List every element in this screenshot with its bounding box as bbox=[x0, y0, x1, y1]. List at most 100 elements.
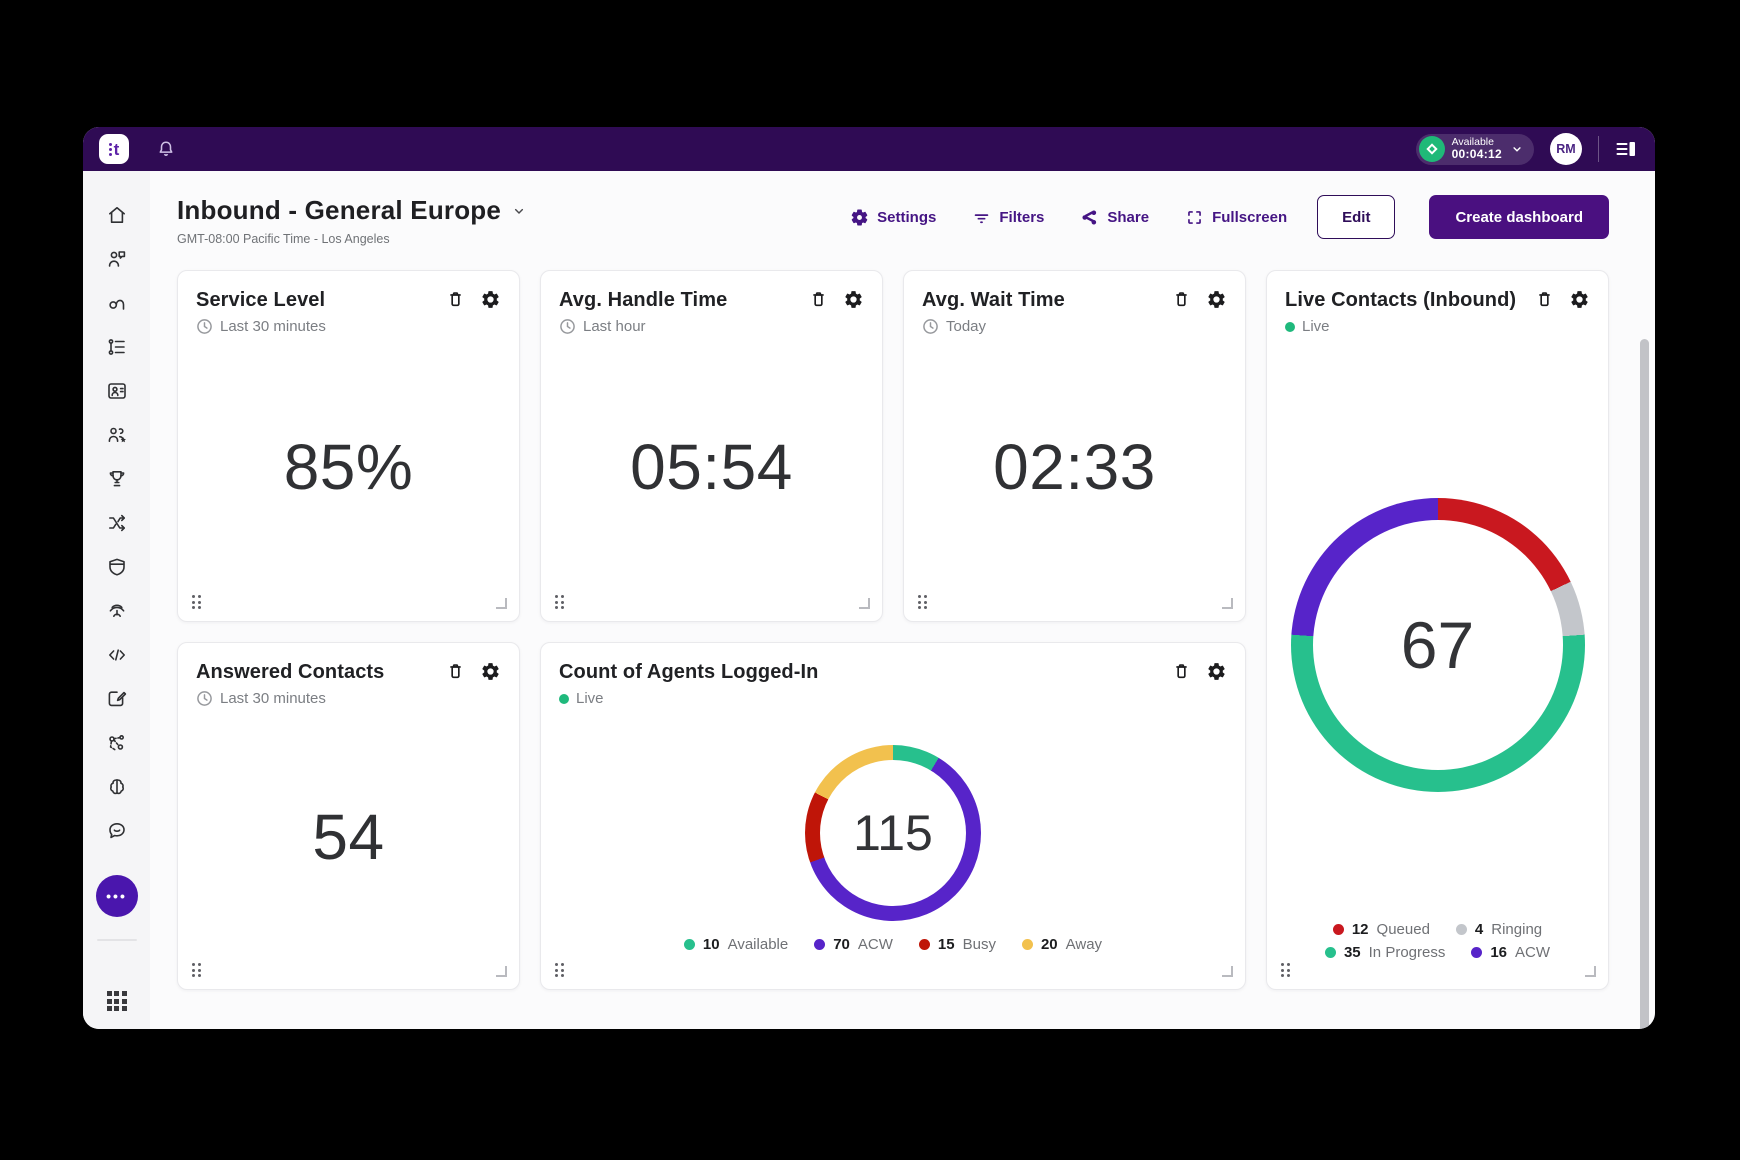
stage: t Available 00:04:12 bbox=[0, 0, 1740, 1160]
live-indicator-dot bbox=[1285, 322, 1295, 332]
share-icon bbox=[1080, 208, 1099, 227]
sidebar-item-compose-icon[interactable] bbox=[105, 687, 129, 711]
card-time-range: Today bbox=[946, 318, 986, 335]
sidebar-item-developer-icon[interactable] bbox=[105, 643, 129, 667]
resize-corner[interactable] bbox=[1222, 966, 1233, 977]
gear-icon bbox=[850, 208, 869, 227]
resize-corner[interactable] bbox=[1585, 966, 1596, 977]
notifications-bell-icon[interactable] bbox=[155, 138, 177, 160]
legend-item: 4 Ringing bbox=[1456, 921, 1542, 938]
widget-settings-gear-icon[interactable] bbox=[480, 661, 501, 682]
clock-icon bbox=[922, 318, 939, 335]
delete-widget-icon[interactable] bbox=[445, 289, 466, 310]
app-logo[interactable]: t bbox=[99, 134, 129, 164]
sidebar-item-activity-icon[interactable] bbox=[105, 335, 129, 359]
clock-icon bbox=[559, 318, 576, 335]
logo-letter: t bbox=[114, 141, 120, 158]
agent-status-pill[interactable]: Available 00:04:12 bbox=[1416, 134, 1534, 165]
widget-settings-gear-icon[interactable] bbox=[1206, 289, 1227, 310]
delete-widget-icon[interactable] bbox=[1534, 289, 1555, 310]
sidebar-item-more[interactable]: ••• bbox=[96, 875, 138, 917]
cards-grid: Service Level Last 30 minutes 85% bbox=[177, 270, 1609, 990]
sidebar-item-home-icon[interactable] bbox=[105, 203, 129, 227]
live-contacts-donut-chart: 67 bbox=[1291, 498, 1585, 792]
sidebar-item-biometrics-icon[interactable] bbox=[105, 599, 129, 623]
widget-settings-gear-icon[interactable] bbox=[843, 289, 864, 310]
filters-button[interactable]: Filters bbox=[972, 208, 1044, 227]
legend-item: 10 Available bbox=[684, 936, 788, 953]
share-button[interactable]: Share bbox=[1080, 208, 1149, 227]
fullscreen-label: Fullscreen bbox=[1212, 209, 1287, 226]
sidebar-item-conversations-icon[interactable] bbox=[105, 247, 129, 271]
side-panel-toggle-icon[interactable] bbox=[1615, 138, 1637, 160]
sidebar-item-teams-icon[interactable] bbox=[105, 423, 129, 447]
sidebar-item-integrations-icon[interactable] bbox=[105, 731, 129, 755]
resize-corner[interactable] bbox=[496, 966, 507, 977]
title-chevron-down-icon bbox=[511, 203, 527, 219]
card-time-range: Live bbox=[1302, 318, 1330, 335]
sidebar-item-workflows-icon[interactable] bbox=[105, 511, 129, 535]
settings-button[interactable]: Settings bbox=[850, 208, 936, 227]
avg-handle-time-value: 05:54 bbox=[541, 430, 882, 504]
sidebar-item-contacts-icon[interactable] bbox=[105, 379, 129, 403]
delete-widget-icon[interactable] bbox=[1171, 289, 1192, 310]
legend-dot bbox=[919, 939, 930, 950]
delete-widget-icon[interactable] bbox=[808, 289, 829, 310]
donut-total: 67 bbox=[1401, 607, 1474, 683]
card-avg-handle-time: Avg. Handle Time Last hour 05:54 bbox=[540, 270, 883, 622]
apps-grid-icon[interactable] bbox=[107, 991, 127, 1011]
settings-label: Settings bbox=[877, 209, 936, 226]
legend-dot bbox=[1325, 947, 1336, 958]
drag-handle[interactable] bbox=[1281, 963, 1290, 977]
drag-handle[interactable] bbox=[555, 595, 564, 609]
card-time-range: Last hour bbox=[583, 318, 646, 335]
fullscreen-button[interactable]: Fullscreen bbox=[1185, 208, 1287, 227]
card-title: Live Contacts (Inbound) bbox=[1285, 289, 1516, 312]
sidebar-item-ai-assistant-icon[interactable] bbox=[105, 775, 129, 799]
page-title: Inbound - General Europe bbox=[177, 195, 501, 226]
delete-widget-icon[interactable] bbox=[1171, 661, 1192, 682]
card-live-contacts: Live Contacts (Inbound) Live 67 bbox=[1266, 270, 1609, 990]
card-time-range: Live bbox=[576, 690, 604, 707]
agents-donut-chart: 115 bbox=[805, 745, 981, 921]
dashboard-selector[interactable]: Inbound - General Europe bbox=[177, 195, 527, 226]
card-time-range: Last 30 minutes bbox=[220, 318, 326, 335]
legend-dot bbox=[1022, 939, 1033, 950]
edit-button[interactable]: Edit bbox=[1317, 195, 1395, 239]
create-dashboard-button[interactable]: Create dashboard bbox=[1429, 195, 1609, 239]
sidebar-item-feedback-icon[interactable] bbox=[105, 819, 129, 843]
resize-corner[interactable] bbox=[496, 598, 507, 609]
clock-icon bbox=[196, 318, 213, 335]
sidebar-item-leaderboard-icon[interactable] bbox=[105, 467, 129, 491]
widget-settings-gear-icon[interactable] bbox=[480, 289, 501, 310]
donut-total: 115 bbox=[853, 804, 933, 862]
drag-handle[interactable] bbox=[918, 595, 927, 609]
drag-handle[interactable] bbox=[555, 963, 564, 977]
drag-handle[interactable] bbox=[192, 963, 201, 977]
user-avatar[interactable]: RM bbox=[1550, 133, 1582, 165]
sidebar-item-channels-icon[interactable] bbox=[105, 291, 129, 315]
topbar-divider bbox=[1598, 136, 1599, 162]
resize-corner[interactable] bbox=[1222, 598, 1233, 609]
status-chevron-down-icon bbox=[1510, 142, 1524, 156]
card-title: Avg. Wait Time bbox=[922, 289, 1065, 312]
resize-corner[interactable] bbox=[859, 598, 870, 609]
legend-item: 12 Queued bbox=[1333, 921, 1430, 938]
sidebar-divider bbox=[97, 939, 137, 941]
widget-settings-gear-icon[interactable] bbox=[1569, 289, 1590, 310]
drag-handle[interactable] bbox=[192, 595, 201, 609]
delete-widget-icon[interactable] bbox=[445, 661, 466, 682]
card-answered-contacts: Answered Contacts Last 30 minutes 54 bbox=[177, 642, 520, 990]
vertical-scrollbar[interactable] bbox=[1640, 339, 1649, 1029]
legend-dot bbox=[684, 939, 695, 950]
legend-item: 15 Busy bbox=[919, 936, 996, 953]
fullscreen-icon bbox=[1185, 208, 1204, 227]
page-header: Inbound - General Europe GMT-08:00 Pacif… bbox=[150, 171, 1655, 246]
header-actions: Settings Filters Share Fullscreen bbox=[814, 195, 1609, 239]
sidebar-item-security-icon[interactable] bbox=[105, 555, 129, 579]
main-content: Inbound - General Europe GMT-08:00 Pacif… bbox=[150, 171, 1655, 1029]
widget-settings-gear-icon[interactable] bbox=[1206, 661, 1227, 682]
topbar: t Available 00:04:12 bbox=[83, 127, 1655, 171]
legend-dot bbox=[1471, 947, 1482, 958]
card-service-level: Service Level Last 30 minutes 85% bbox=[177, 270, 520, 622]
